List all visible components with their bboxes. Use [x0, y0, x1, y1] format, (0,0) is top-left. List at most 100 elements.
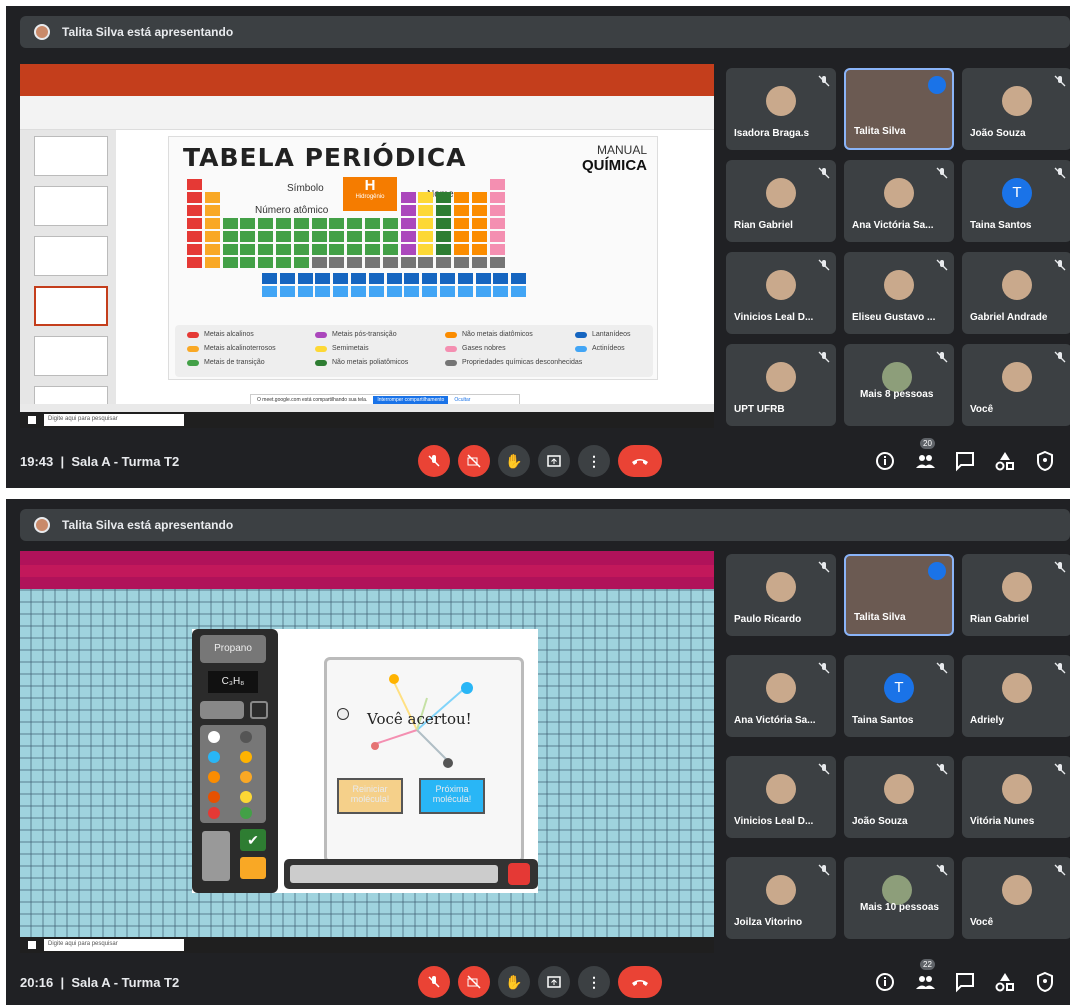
atom-palette[interactable] [200, 725, 266, 823]
slide-thumb-selected[interactable] [34, 286, 108, 326]
participant-tile[interactable]: Joilza Vitorino [726, 857, 836, 939]
element-cell [187, 244, 202, 255]
mic-muted-icon [818, 661, 830, 674]
taskbar-search[interactable]: Digite aqui para pesquisar [44, 939, 184, 951]
atom-c-icon[interactable] [240, 731, 252, 743]
slide-thumb[interactable] [34, 136, 108, 176]
ribbon-tabs[interactable] [20, 84, 714, 96]
participant-tile[interactable]: Rian Gabriel [726, 160, 836, 242]
participant-tile[interactable]: Mais 8 pessoas [844, 344, 954, 426]
element-cell [329, 257, 345, 268]
molecule-canvas[interactable]: Você acertou! Reiniciar molécula! Próxim… [324, 657, 524, 863]
more-options-button[interactable]: ⋮ [578, 445, 610, 477]
taskbar-search[interactable]: Digite aqui para pesquisar [44, 414, 184, 426]
atom-h-icon [337, 708, 349, 720]
present-button[interactable] [538, 445, 570, 477]
participant-name: UPT UFRB [734, 404, 785, 415]
molecule-name-button[interactable]: Propano [200, 635, 266, 663]
people-button[interactable]: 20 [914, 438, 936, 472]
camera-off-button[interactable] [458, 966, 490, 998]
windows-start-icon[interactable] [28, 941, 36, 949]
activities-button[interactable] [994, 450, 1016, 472]
participant-tile[interactable]: UPT UFRB [726, 344, 836, 426]
raise-hand-button[interactable]: ✋ [498, 966, 530, 998]
ribbon-toolbar[interactable] [20, 96, 714, 130]
bond-selector[interactable] [202, 831, 230, 881]
element-cell [293, 244, 309, 255]
leave-call-button[interactable] [618, 445, 662, 477]
participant-tile[interactable]: Vinicios Leal D... [726, 756, 836, 838]
host-controls-button[interactable] [1034, 450, 1056, 472]
participant-tile[interactable]: Gabriel Andrade [962, 252, 1070, 334]
info-button[interactable] [874, 450, 896, 472]
participant-tile[interactable]: Talita Silva [844, 554, 954, 636]
present-button[interactable] [538, 966, 570, 998]
trash-icon[interactable] [508, 863, 530, 885]
element-cell [365, 231, 380, 242]
slide-thumb[interactable] [34, 186, 108, 226]
people-button[interactable]: 22 [914, 959, 936, 993]
element-cell [279, 286, 295, 297]
key-symbol: H [364, 177, 376, 194]
legend-swatch [187, 359, 199, 366]
participant-tile[interactable]: Isadora Braga.s [726, 68, 836, 150]
chat-button[interactable] [954, 450, 976, 472]
atom-br-icon[interactable] [208, 791, 220, 803]
participant-tile[interactable]: Talita Silva [844, 68, 954, 150]
atom-f-icon[interactable] [208, 771, 220, 783]
restart-molecule-button[interactable]: Reiniciar molécula! [337, 778, 403, 814]
participant-tile[interactable]: Você [962, 344, 1070, 426]
address-bar[interactable] [20, 565, 714, 577]
carbon-count-selector[interactable] [200, 701, 244, 719]
browser-tabs[interactable] [20, 551, 714, 565]
atom-cl-icon[interactable] [240, 771, 252, 783]
participant-tile[interactable]: João Souza [844, 756, 954, 838]
atom-i-icon[interactable] [240, 791, 252, 803]
slide-thumb[interactable] [34, 336, 108, 376]
settings-button[interactable] [240, 857, 266, 879]
participant-tile[interactable]: João Souza [962, 68, 1070, 150]
mic-off-button[interactable] [418, 966, 450, 998]
more-options-button[interactable]: ⋮ [578, 966, 610, 998]
mic-muted-icon [818, 560, 830, 573]
participant-tile[interactable]: Eliseu Gustavo ... [844, 252, 954, 334]
participant-tile[interactable]: Vinicios Leal D... [726, 252, 836, 334]
stop-sharing-button[interactable]: Interromper compartilhamento [373, 396, 449, 404]
participant-tile[interactable]: Mais 10 pessoas [844, 857, 954, 939]
slide-thumb[interactable] [34, 236, 108, 276]
participant-tile[interactable]: Paulo Ricardo [726, 554, 836, 636]
empty-slot[interactable] [250, 701, 268, 719]
participant-tile[interactable]: Ana Victória Sa... [844, 160, 954, 242]
info-button[interactable] [874, 971, 896, 993]
participant-tile[interactable]: T Taina Santos [962, 160, 1070, 242]
next-molecule-button[interactable]: Próxima molécula! [419, 778, 485, 814]
leave-call-button[interactable] [618, 966, 662, 998]
atom-n-icon[interactable] [208, 751, 220, 763]
participant-tile[interactable]: Adriely [962, 655, 1070, 737]
host-controls-button[interactable] [1034, 971, 1056, 993]
raise-hand-button[interactable]: ✋ [498, 445, 530, 477]
atom-h-icon[interactable] [208, 731, 220, 743]
atom-p-icon[interactable] [208, 807, 220, 819]
chat-button[interactable] [954, 971, 976, 993]
element-cell [329, 231, 345, 242]
participant-tile[interactable]: T Taina Santos [844, 655, 954, 737]
check-icon[interactable]: ✔ [240, 829, 266, 851]
slide-thumbnails[interactable] [20, 130, 116, 410]
windows-start-icon[interactable] [28, 416, 36, 424]
activities-button[interactable] [994, 971, 1016, 993]
element-cell [471, 192, 487, 203]
camera-off-button[interactable] [458, 445, 490, 477]
participant-tile[interactable]: Você [962, 857, 1070, 939]
element-cell [311, 244, 327, 255]
atom-o-icon[interactable] [240, 751, 252, 763]
molecule-bonds [374, 679, 466, 761]
atom-s-icon[interactable] [240, 807, 252, 819]
meeting-time: 20:16 [20, 974, 54, 990]
bookmarks-bar[interactable] [20, 577, 714, 589]
hide-button[interactable]: Ocultar [454, 397, 470, 403]
mic-off-button[interactable] [418, 445, 450, 477]
participant-tile[interactable]: Vitória Nunes [962, 756, 1070, 838]
participant-tile[interactable]: Rian Gabriel [962, 554, 1070, 636]
participant-tile[interactable]: Ana Victória Sa... [726, 655, 836, 737]
